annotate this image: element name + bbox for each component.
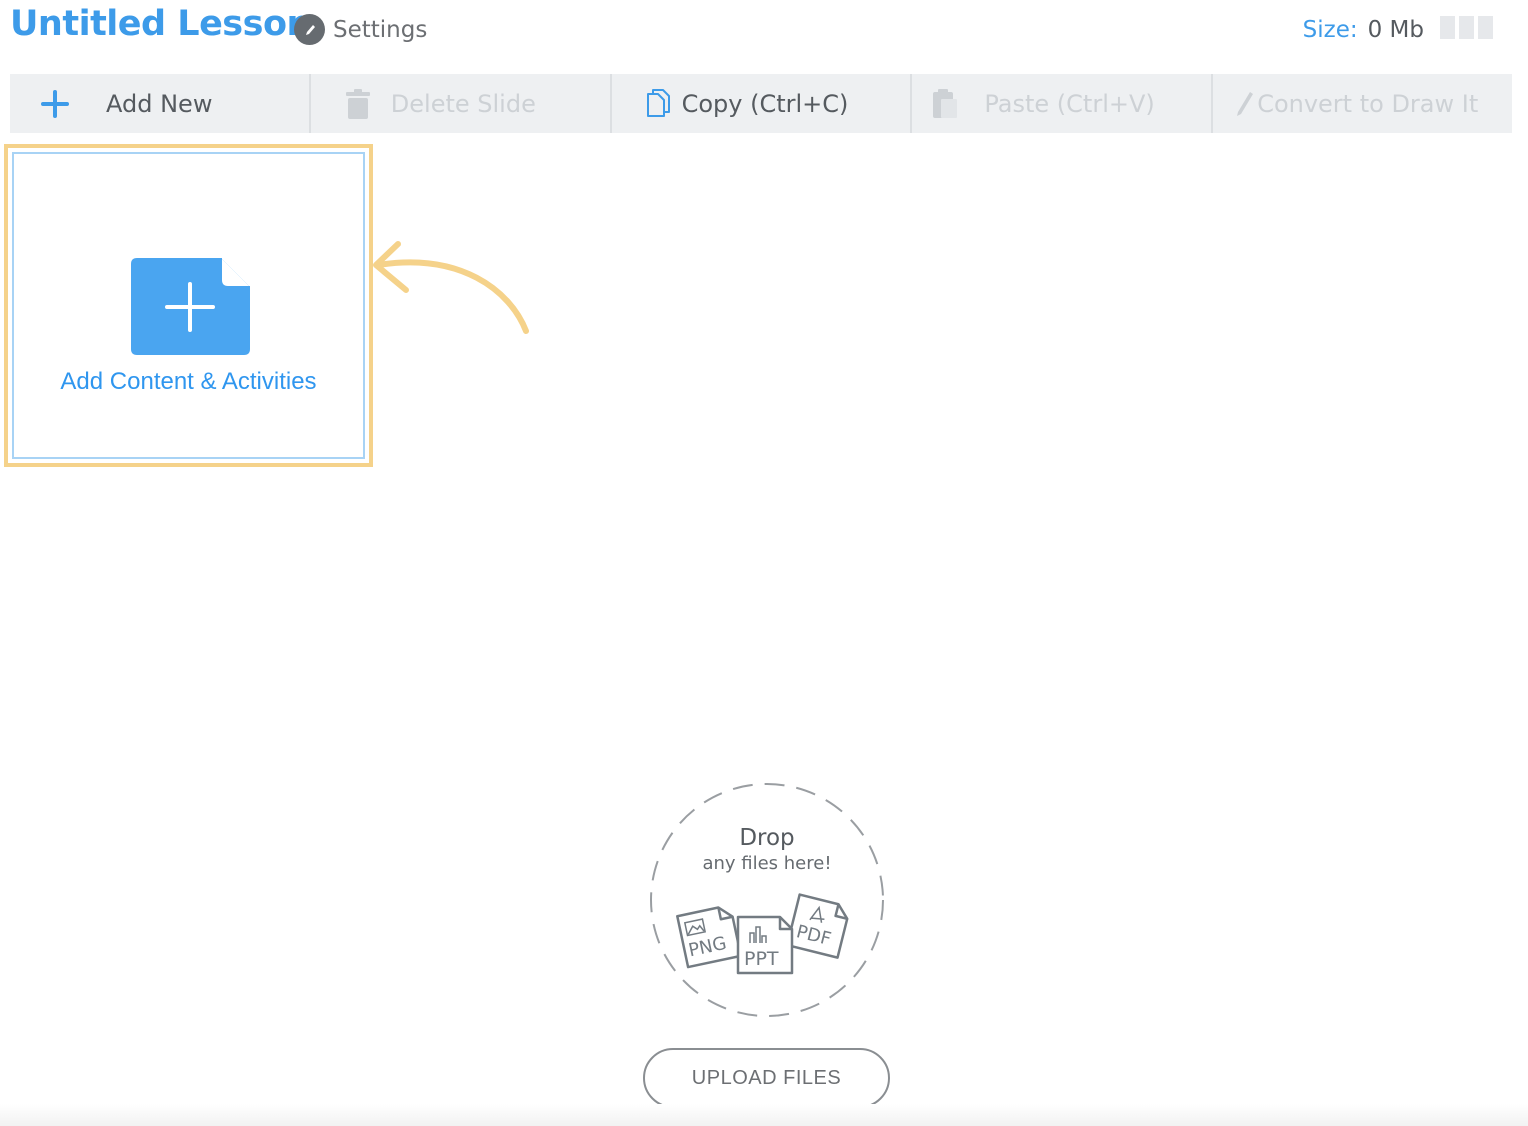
slide-thumbnail: Add Content & Activities [12, 152, 365, 459]
size-meter-segment [1440, 16, 1455, 39]
size-meter-segment [1459, 16, 1474, 39]
drop-subtitle: any files here! [702, 853, 832, 874]
trash-icon [345, 88, 371, 119]
drop-title: Drop [739, 825, 795, 851]
convert-to-draw-it-button[interactable]: Convert to Draw It [1213, 74, 1512, 133]
upload-files-button[interactable]: UPLOAD FILES [643, 1048, 890, 1108]
file-drop-zone[interactable]: Drop any files here! PNG PDF PPT [648, 781, 886, 1019]
arrow-pointer-icon [373, 241, 529, 334]
plus-icon [40, 89, 70, 118]
lesson-header: Untitled Lesson Settings Size: 0 Mb [0, 0, 1528, 70]
size-meter [1440, 16, 1493, 39]
paste-button[interactable]: Paste (Ctrl+V) [912, 74, 1214, 133]
pencil-icon [294, 14, 325, 45]
add-content-slide[interactable]: Add Content & Activities [4, 144, 373, 467]
settings-label: Settings [333, 16, 428, 43]
copy-button[interactable]: Copy (Ctrl+C) [612, 74, 913, 133]
size-meter-segment [1478, 16, 1493, 39]
pen-icon [1235, 90, 1255, 118]
convert-label: Convert to Draw It [1257, 89, 1479, 118]
ppt-file-icon: PPT [736, 915, 794, 975]
paste-label: Paste (Ctrl+V) [984, 89, 1155, 118]
paste-icon [932, 88, 958, 119]
add-new-label: Add New [106, 89, 213, 118]
delete-slide-button[interactable]: Delete Slide [311, 74, 612, 133]
add-content-label: Add Content & Activities [60, 368, 317, 395]
slide-toolbar: Add New Delete Slide Copy (Ctrl+C) Paste… [10, 74, 1512, 133]
lesson-title[interactable]: Untitled Lesson [10, 4, 311, 44]
size-value: 0 Mb [1367, 17, 1424, 43]
delete-slide-label: Delete Slide [390, 89, 536, 118]
copy-label: Copy (Ctrl+C) [681, 89, 849, 118]
add-document-icon [131, 258, 251, 360]
size-label: Size: [1302, 17, 1358, 43]
size-info: Size: 0 Mb [1303, 17, 1424, 43]
add-new-button[interactable]: Add New [10, 74, 311, 133]
bottom-edge [0, 1104, 1528, 1126]
settings-link[interactable]: Settings [294, 14, 427, 45]
ppt-file-label: PPT [744, 948, 779, 970]
copy-icon [646, 88, 672, 120]
